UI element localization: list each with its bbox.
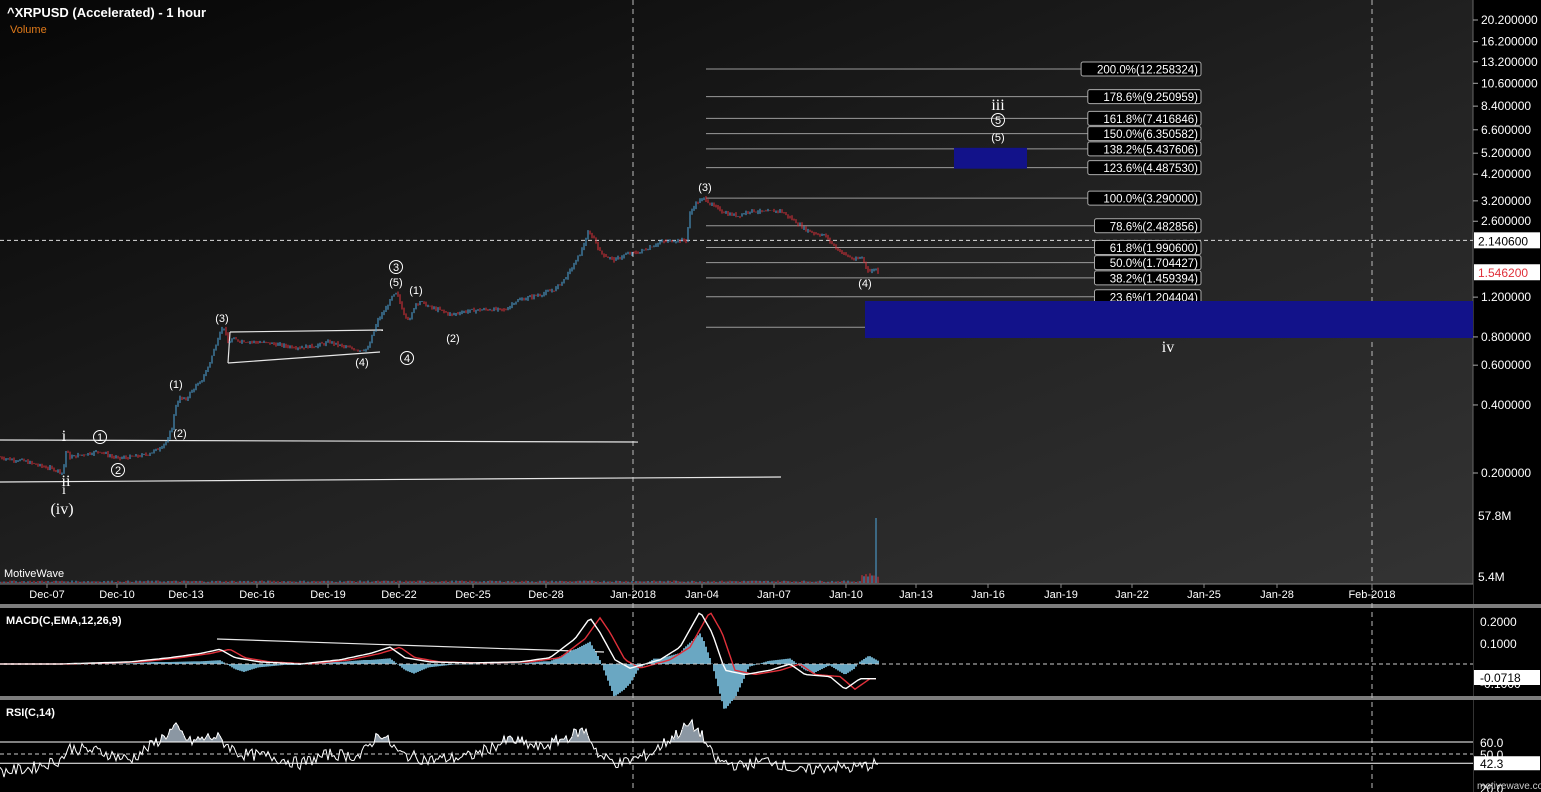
wave-label: (3) (698, 182, 711, 194)
volume-label: Volume (10, 24, 47, 36)
time-axis-bg (0, 584, 1473, 604)
price-tick-label: 0.600000 (1481, 358, 1531, 372)
price-tick-label: 0.200000 (1481, 466, 1531, 480)
time-tick-label: Dec-22 (381, 589, 416, 601)
volume-axis-label: 5.4M (1478, 570, 1505, 584)
wave-label: 2 (115, 465, 121, 477)
rsi-title: RSI(C,14) (6, 707, 55, 719)
time-tick-label: Feb-2018 (1348, 589, 1395, 601)
fib-level-label: 150.0%(6.350582) (1103, 129, 1198, 141)
time-tick-label: Dec-07 (29, 589, 64, 601)
fib-level-label: 38.2%(1.459394) (1110, 273, 1198, 285)
chart-title: ^XRPUSD (Accelerated) - 1 hour (7, 5, 206, 20)
macd-axis-label: 0.2000 (1480, 615, 1517, 629)
price-tick-label: 1.200000 (1481, 290, 1531, 304)
price-tick-label: 3.200000 (1481, 194, 1531, 208)
wave-label: (5) (991, 132, 1004, 144)
time-tick-label: Jan-19 (1044, 589, 1078, 601)
wave-label: 5 (995, 115, 1001, 127)
wave-label: (1) (409, 285, 422, 297)
price-panel-bg (0, 0, 1473, 584)
wave-label: iii (991, 97, 1005, 114)
fib-level-label: 161.8%(7.416846) (1103, 114, 1198, 126)
chart-canvas: 200.0%(12.258324)178.6%(9.250959)161.8%(… (0, 0, 1541, 792)
time-tick-label: Jan-13 (899, 589, 933, 601)
macd-value-label: -0.0718 (1480, 671, 1521, 685)
time-tick-label: Dec-25 (455, 589, 490, 601)
target-box-large (865, 301, 1473, 338)
price-tick-label: 20.200000 (1481, 13, 1538, 27)
price-tick-label: 16.200000 (1481, 35, 1538, 49)
macd-title: MACD(C,EMA,12,26,9) (6, 615, 122, 627)
wave-label: (3) (215, 313, 228, 325)
time-tick-label: Jan-10 (829, 589, 863, 601)
fib-level-label: 200.0%(12.258324) (1097, 65, 1198, 77)
time-tick-label: Dec-13 (168, 589, 203, 601)
fib-level-label: 138.2%(5.437606) (1103, 144, 1198, 156)
time-tick-label: Dec-16 (239, 589, 274, 601)
wave-label: 4 (404, 353, 410, 365)
price-tick-label: 4.200000 (1481, 167, 1531, 181)
wave-label: (5) (389, 277, 402, 289)
fib-level-label: 61.8%(1.990600) (1110, 243, 1198, 255)
fib-level-label: 178.6%(9.250959) (1103, 92, 1198, 104)
rsi-panel-bg (0, 700, 1473, 792)
fib-level-label: 123.6%(4.487530) (1103, 163, 1198, 175)
wave-label: (2) (446, 333, 459, 345)
time-tick-label: Jan-2018 (610, 589, 656, 601)
time-tick-label: Dec-28 (528, 589, 563, 601)
time-tick-label: Jan-04 (685, 589, 719, 601)
brand-label: MotiveWave (4, 568, 64, 580)
time-tick-label: Jan-28 (1260, 589, 1294, 601)
wave-label: iv (1162, 339, 1174, 356)
macd-axis-label: 0.1000 (1480, 637, 1517, 651)
last-price-label: 1.546200 (1478, 266, 1528, 280)
wave-label: 3 (393, 262, 399, 274)
fib-level-label: 78.6%(2.482856) (1110, 221, 1198, 233)
fib-level-label: 100.0%(3.290000) (1103, 194, 1198, 206)
time-tick-label: Jan-22 (1115, 589, 1149, 601)
wave-label: 1 (97, 432, 103, 444)
price-tick-label: 0.400000 (1481, 398, 1531, 412)
wave-label: (4) (355, 357, 368, 369)
time-tick-label: Dec-19 (310, 589, 345, 601)
price-tick-label: 10.600000 (1481, 76, 1538, 90)
rsi-value-label: 42.3 (1480, 757, 1504, 771)
wave-label: i (62, 483, 66, 498)
current-price-label: 2.140600 (1478, 234, 1528, 248)
time-tick-label: Jan-25 (1187, 589, 1221, 601)
price-tick-label: 6.600000 (1481, 123, 1531, 137)
wave-label: (2) (173, 428, 186, 440)
time-tick-label: Dec-10 (99, 589, 134, 601)
volume-axis-label: 57.8M (1478, 509, 1511, 523)
price-tick-label: 8.400000 (1481, 99, 1531, 113)
wave-label: (iv) (50, 501, 73, 518)
price-tick-label: 5.200000 (1481, 146, 1531, 160)
wave-label: i (62, 428, 67, 445)
watermark: motivewave.com (1477, 781, 1541, 792)
wave-label: (1) (169, 379, 182, 391)
target-box-small (954, 147, 1027, 169)
time-tick-label: Jan-07 (757, 589, 791, 601)
price-tick-label: 13.200000 (1481, 55, 1538, 69)
price-tick-label: 2.600000 (1481, 214, 1531, 228)
wave-label: (4) (858, 278, 871, 290)
time-tick-label: Jan-16 (971, 589, 1005, 601)
price-tick-label: 0.800000 (1481, 330, 1531, 344)
fib-level-label: 50.0%(1.704427) (1110, 258, 1198, 270)
